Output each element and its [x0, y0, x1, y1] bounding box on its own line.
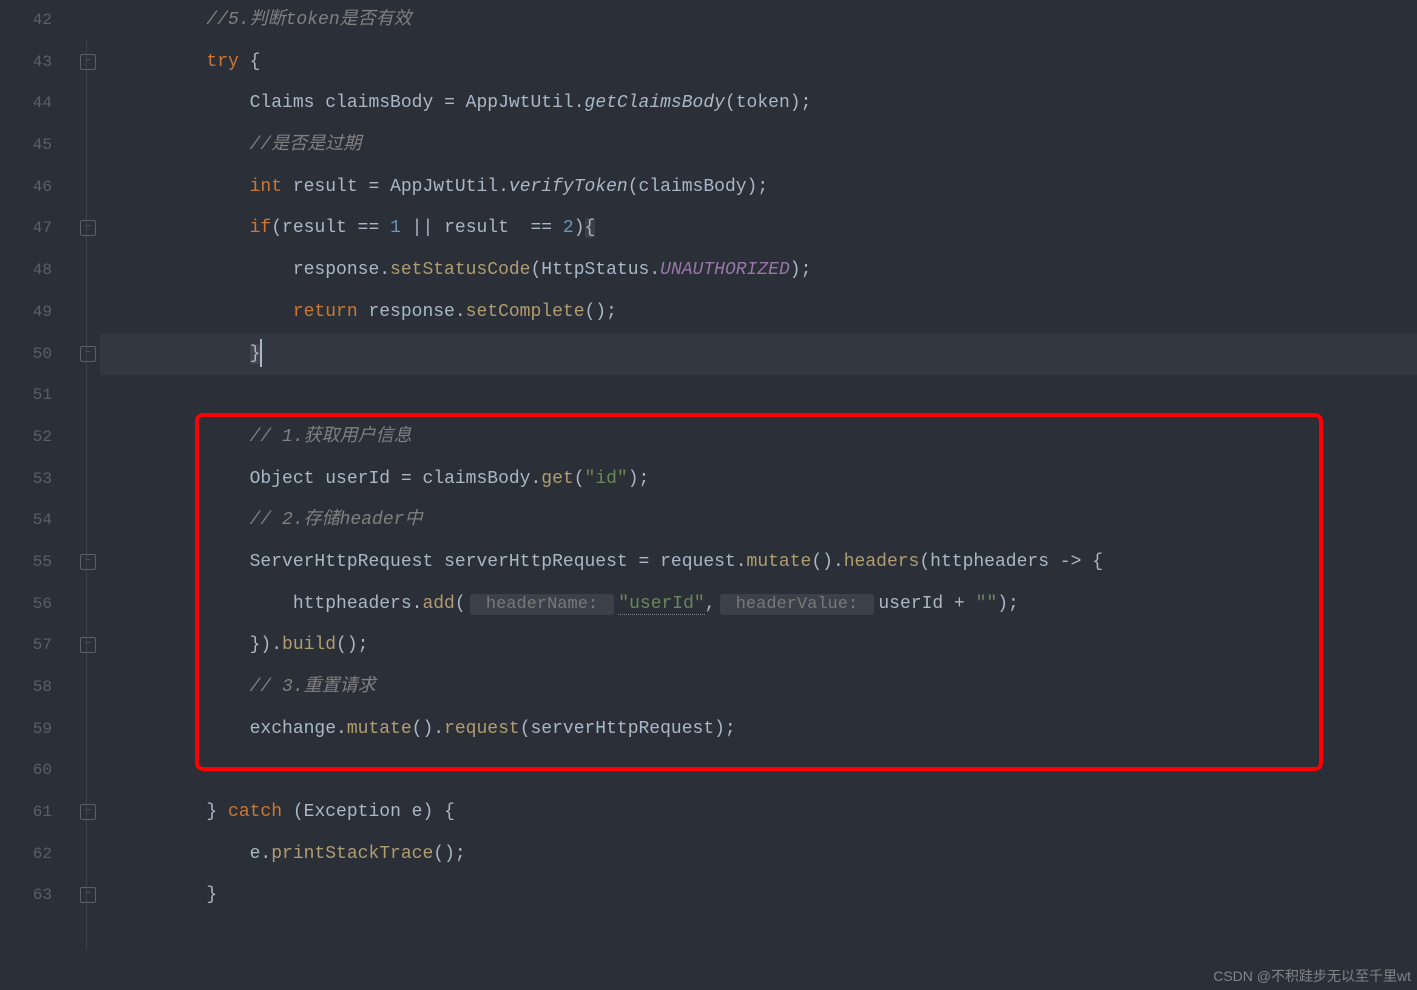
line-number[interactable]: 57: [0, 625, 52, 667]
code-line[interactable]: [100, 750, 1417, 792]
code-line[interactable]: Claims claimsBody = AppJwtUtil.getClaims…: [100, 83, 1417, 125]
fold-marker-icon[interactable]: −: [80, 637, 96, 653]
code-line[interactable]: if(result == 1 || result == 2){: [100, 208, 1417, 250]
line-number[interactable]: 60: [0, 750, 52, 792]
code-line[interactable]: [100, 375, 1417, 417]
code-line[interactable]: return response.setComplete();: [100, 292, 1417, 334]
line-number[interactable]: 58: [0, 667, 52, 709]
line-number[interactable]: 42: [0, 0, 52, 42]
line-number[interactable]: 47: [0, 208, 52, 250]
line-number[interactable]: 59: [0, 709, 52, 751]
line-number[interactable]: 61: [0, 792, 52, 834]
code-line[interactable]: ServerHttpRequest serverHttpRequest = re…: [100, 542, 1417, 584]
code-line[interactable]: Object userId = claimsBody.get("id");: [100, 459, 1417, 501]
code-line[interactable]: int result = AppJwtUtil.verifyToken(clai…: [100, 167, 1417, 209]
code-line[interactable]: }).build();: [100, 625, 1417, 667]
line-number-gutter: 42 43 44 45 46 47 48 49 50 51 52 53 54 5…: [0, 0, 60, 990]
caret-icon: [260, 339, 262, 367]
code-line[interactable]: // 2.存储header中: [100, 500, 1417, 542]
code-line[interactable]: //是否是过期: [100, 125, 1417, 167]
line-number[interactable]: 52: [0, 417, 52, 459]
line-number[interactable]: 44: [0, 83, 52, 125]
code-line[interactable]: e.printStackTrace();: [100, 834, 1417, 876]
line-number[interactable]: 54: [0, 500, 52, 542]
fold-collapse-icon[interactable]: −: [80, 54, 96, 70]
code-area[interactable]: //5.判断token是否有效 try { Claims claimsBody …: [100, 0, 1417, 990]
line-number[interactable]: 56: [0, 584, 52, 626]
line-number[interactable]: 55: [0, 542, 52, 584]
code-line-current[interactable]: }: [100, 334, 1417, 376]
watermark: CSDN @不积跬步无以至千里wt: [1213, 966, 1411, 986]
fold-gutter: − − − − − − −: [60, 0, 100, 990]
line-number[interactable]: 49: [0, 292, 52, 334]
line-number[interactable]: 43: [0, 42, 52, 84]
line-number[interactable]: 46: [0, 167, 52, 209]
fold-collapse-icon[interactable]: −: [80, 554, 96, 570]
code-line[interactable]: // 3.重置请求: [100, 667, 1417, 709]
line-number[interactable]: 53: [0, 459, 52, 501]
line-number[interactable]: 45: [0, 125, 52, 167]
code-editor[interactable]: 42 43 44 45 46 47 48 49 50 51 52 53 54 5…: [0, 0, 1417, 990]
fold-collapse-icon[interactable]: −: [80, 220, 96, 236]
code-line[interactable]: } catch (Exception e) {: [100, 792, 1417, 834]
code-line[interactable]: try {: [100, 42, 1417, 84]
code-line[interactable]: }: [100, 875, 1417, 917]
parameter-hint: headerName:: [470, 594, 615, 615]
line-number[interactable]: 63: [0, 875, 52, 917]
code-line[interactable]: response.setStatusCode(HttpStatus.UNAUTH…: [100, 250, 1417, 292]
line-number[interactable]: 48: [0, 250, 52, 292]
code-line[interactable]: //5.判断token是否有效: [100, 0, 1417, 42]
line-number[interactable]: 50: [0, 334, 52, 376]
fold-marker-icon[interactable]: −: [80, 887, 96, 903]
code-line[interactable]: exchange.mutate().request(serverHttpRequ…: [100, 709, 1417, 751]
line-number[interactable]: 51: [0, 375, 52, 417]
line-number[interactable]: 62: [0, 834, 52, 876]
code-line[interactable]: httpheaders.add( headerName: "userId", h…: [100, 584, 1417, 626]
code-line[interactable]: // 1.获取用户信息: [100, 417, 1417, 459]
fold-collapse-icon[interactable]: −: [80, 804, 96, 820]
fold-marker-icon[interactable]: −: [80, 346, 96, 362]
parameter-hint: headerValue:: [720, 594, 875, 615]
